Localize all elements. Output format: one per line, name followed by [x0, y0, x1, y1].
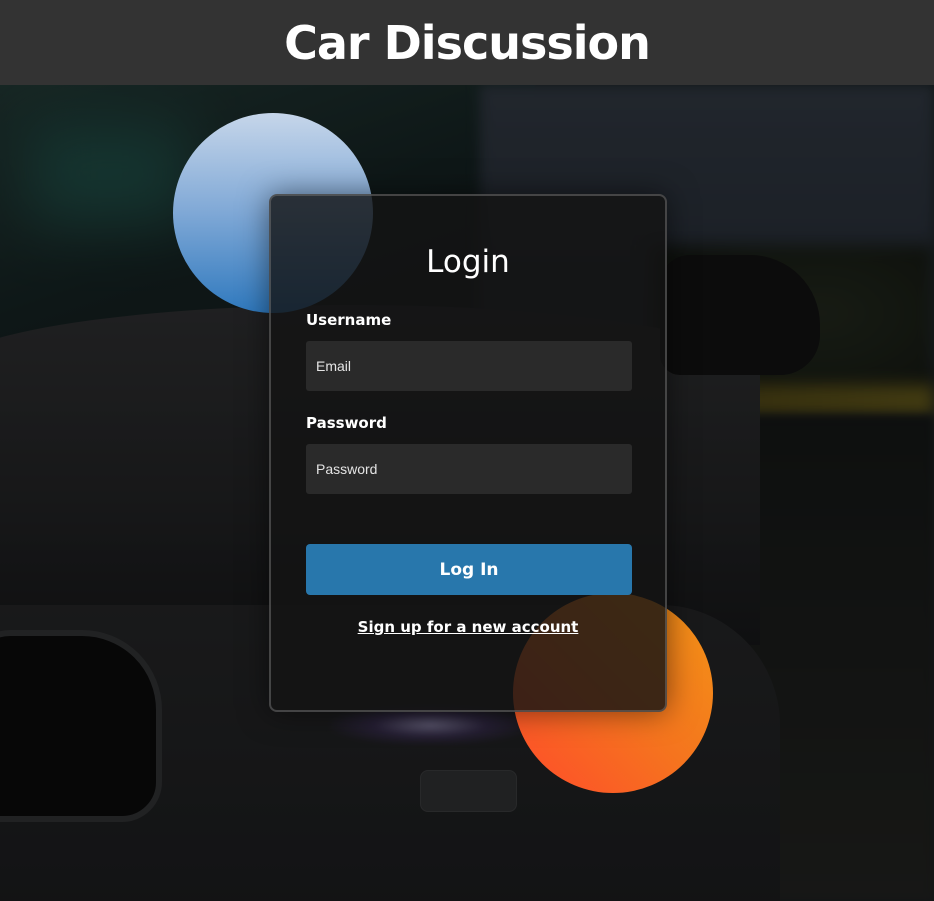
- site-header: Car Discussion: [0, 0, 934, 85]
- username-label: Username: [306, 311, 392, 329]
- site-title: Car Discussion: [284, 15, 651, 70]
- login-form: Login Username Password Log In Sign up f…: [269, 194, 667, 712]
- login-title: Login: [426, 244, 510, 280]
- signup-container: Sign up for a new account: [271, 617, 665, 636]
- login-button[interactable]: Log In: [306, 544, 632, 595]
- password-label: Password: [306, 414, 387, 432]
- page: Car Discussion Login Username Password L…: [0, 0, 934, 901]
- signup-link[interactable]: Sign up for a new account: [358, 618, 579, 636]
- username-input[interactable]: [306, 341, 632, 391]
- password-input[interactable]: [306, 444, 632, 494]
